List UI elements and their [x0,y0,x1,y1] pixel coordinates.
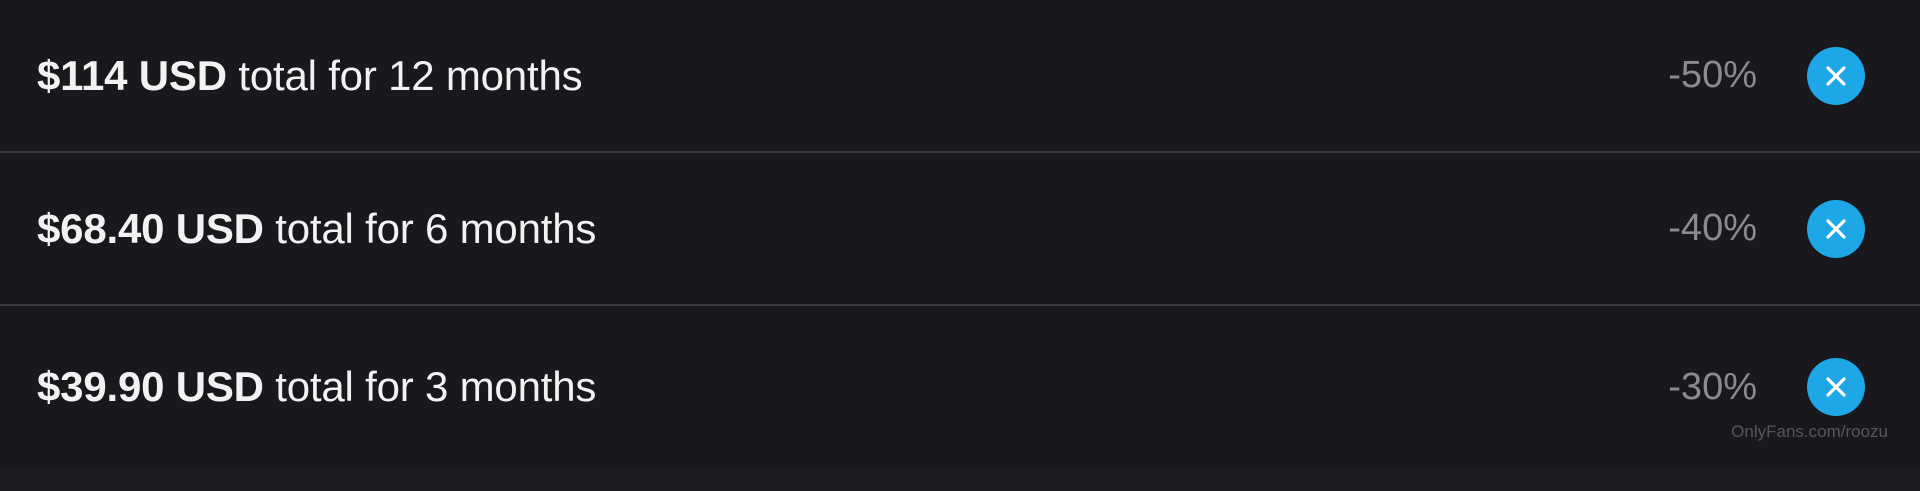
bundle-duration: total for 12 months [226,51,583,99]
remove-bundle-button[interactable] [1807,199,1865,258]
watermark: OnlyFans.com/roozu [1731,422,1888,441]
bundle-discount: -40% [1668,207,1757,249]
close-icon [1826,65,1846,86]
bundle-discount: -50% [1668,54,1757,96]
remove-bundle-button[interactable] [1807,46,1865,105]
close-icon [1826,377,1846,397]
bundle-discount: -30% [1668,365,1757,408]
list-bottom-edge [0,467,1920,491]
bundle-duration: total for 3 months [263,363,597,410]
bundle-price-amount: $39.90 USD [37,363,264,410]
bundle-row-3-months: $39.90 USD total for 3 months -30% OnlyF… [0,306,1920,470]
bundle-price: $114 USD total for 12 months [37,51,583,100]
remove-bundle-button[interactable] [1807,358,1865,416]
bundle-price-amount: $114 USD [37,51,227,99]
bundle-price: $68.40 USD total for 6 months [37,205,596,253]
bundle-price: $39.90 USD total for 3 months [37,363,596,411]
bundle-row-6-months: $68.40 USD total for 6 months -40% [0,153,1920,306]
bundle-duration: total for 6 months [263,204,597,252]
bundle-row-12-months: $114 USD total for 12 months -50% [0,0,1920,153]
subscription-bundles-list: $114 USD total for 12 months -50% $68.40… [0,0,1920,491]
bundle-price-amount: $68.40 USD [37,204,264,252]
close-icon [1826,218,1846,239]
